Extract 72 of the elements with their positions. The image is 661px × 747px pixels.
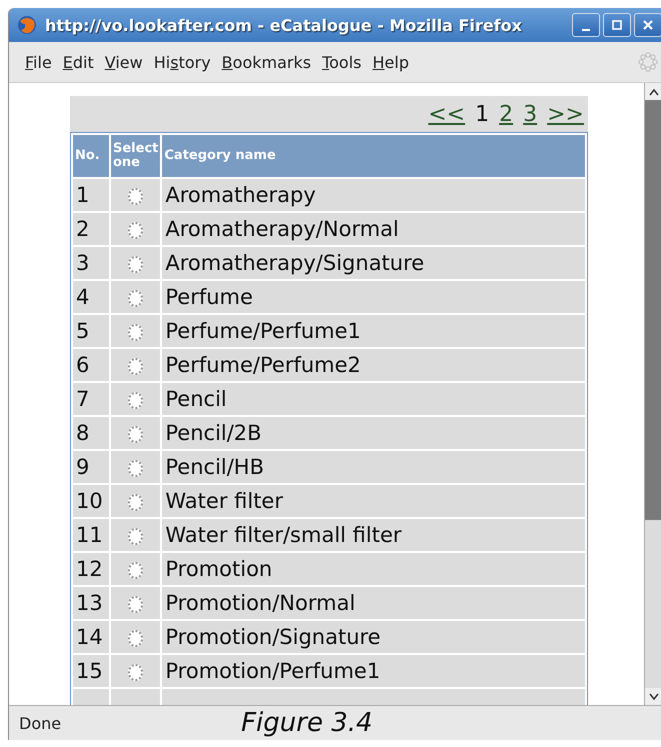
radio-button[interactable] [128,630,144,647]
page-link[interactable]: 3 [523,102,538,126]
table-cell: 14 [73,621,109,653]
menu-item[interactable]: Tools [322,52,370,72]
radio-button[interactable] [128,188,144,205]
table-cell: Water filter/small filter [162,519,585,551]
page-link[interactable]: >> [547,102,584,126]
status-text: Done [19,714,62,732]
table-cell: Aromatherapy/Normal [162,213,585,245]
menu-item[interactable]: History [154,52,220,72]
close-button[interactable] [634,13,661,37]
radio-button[interactable] [128,494,144,511]
table-cell: Perfume [162,281,585,313]
table-cell: 15 [73,655,109,687]
table-cell: 2 [73,213,109,245]
radio-button[interactable] [128,664,144,681]
radio-button[interactable] [128,460,144,477]
table-cell: 5 [73,315,109,347]
radio-button[interactable] [128,392,144,409]
page-link[interactable]: 2 [499,102,514,126]
table-cell: 9 [73,451,109,483]
menu-item[interactable]: File [25,52,61,72]
radio-button[interactable] [128,426,144,443]
window-title: http://vo.lookafter.com - eCatalogue - Mozilla Firefox [45,16,522,34]
table-cell: Aromatherapy/Signature [162,247,585,279]
table-cell: Pencil/HB [162,451,585,483]
table-cell: 13 [73,587,109,619]
menu-item[interactable]: Bookmarks [222,52,320,72]
minimize-icon [582,28,590,30]
table-cell: 8 [73,417,109,449]
close-icon [642,19,654,31]
table-cell: Promotion/Normal [162,587,585,619]
table-cell: 11 [73,519,109,551]
minimize-button[interactable] [572,13,600,37]
radio-button[interactable] [128,596,144,613]
table-cell: 10 [73,485,109,517]
column-header: Category name [162,135,585,177]
table-cell: 6 [73,349,109,381]
radio-button[interactable] [128,222,144,239]
maximize-icon [611,19,623,31]
throbber-icon [638,52,658,72]
globe-icon [17,15,37,35]
table-cell: Water filter [162,485,585,517]
figure-caption: Figure 3.4 [241,708,373,738]
current-page: 1 [475,102,490,126]
table-cell: 1 [73,179,109,211]
scrollbar[interactable] [644,83,661,705]
table-cell: Promotion [162,553,585,585]
table-cell: 3 [73,247,109,279]
table-cell: Promotion/Perfume1 [162,655,585,687]
radio-button[interactable] [128,358,144,375]
table-cell: Pencil [162,383,585,415]
radio-button[interactable] [128,562,144,579]
table-cell: 4 [73,281,109,313]
radio-button[interactable] [128,324,144,341]
menu-item[interactable]: Help [372,52,418,72]
table-cell: Aromatherapy [162,179,585,211]
table-cell: Perfume/Perfume1 [162,315,585,347]
table-cell: 12 [73,553,109,585]
table-cell: 7 [73,383,109,415]
column-header: Select one [111,135,160,177]
column-header: No. [73,135,109,177]
table-cell: Pencil/2B [162,417,585,449]
radio-button[interactable] [128,256,144,273]
radio-button[interactable] [128,528,144,545]
table-cell: Promotion/Signature [162,621,585,653]
menu-item[interactable]: View [104,52,152,72]
maximize-button[interactable] [603,13,631,37]
table-cell: Perfume/Perfume2 [162,349,585,381]
menu-item[interactable]: Edit [62,52,103,72]
page-link[interactable]: << [428,102,466,126]
radio-button[interactable] [128,290,144,307]
